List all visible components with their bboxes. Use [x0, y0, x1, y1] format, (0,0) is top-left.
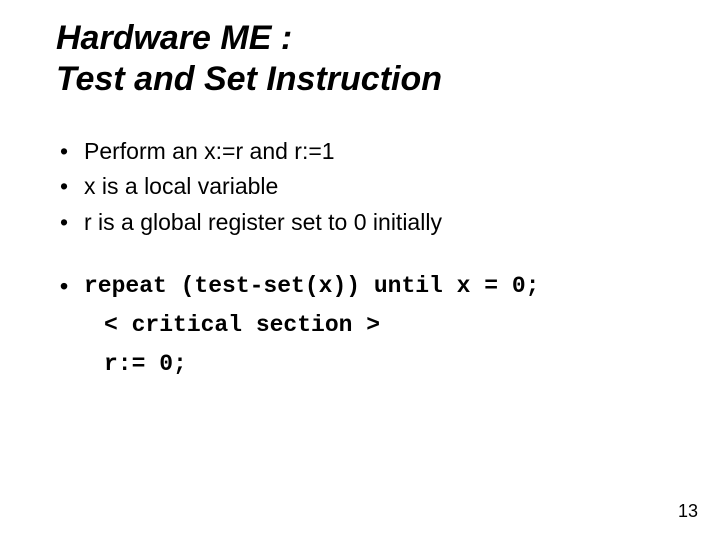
title-line-2: Test and Set Instruction: [56, 60, 442, 98]
slide-title: Hardware ME : Test and Set Instruction: [56, 18, 680, 100]
slide: Hardware ME : Test and Set Instruction P…: [0, 0, 720, 540]
code-line: < critical section >: [56, 306, 680, 345]
code-line: repeat (test-set(x)) until x = 0;: [56, 267, 680, 306]
bullet-item: x is a local variable: [56, 169, 680, 205]
bullet-item: Perform an x:=r and r:=1: [56, 134, 680, 170]
bullet-list: Perform an x:=r and r:=1 x is a local va…: [56, 134, 680, 241]
page-number: 13: [678, 501, 698, 522]
title-line-1: Hardware ME :: [56, 19, 292, 57]
bullet-item: r is a global register set to 0 initiall…: [56, 205, 680, 241]
code-line: r:= 0;: [56, 345, 680, 384]
code-block: repeat (test-set(x)) until x = 0; < crit…: [56, 267, 680, 384]
